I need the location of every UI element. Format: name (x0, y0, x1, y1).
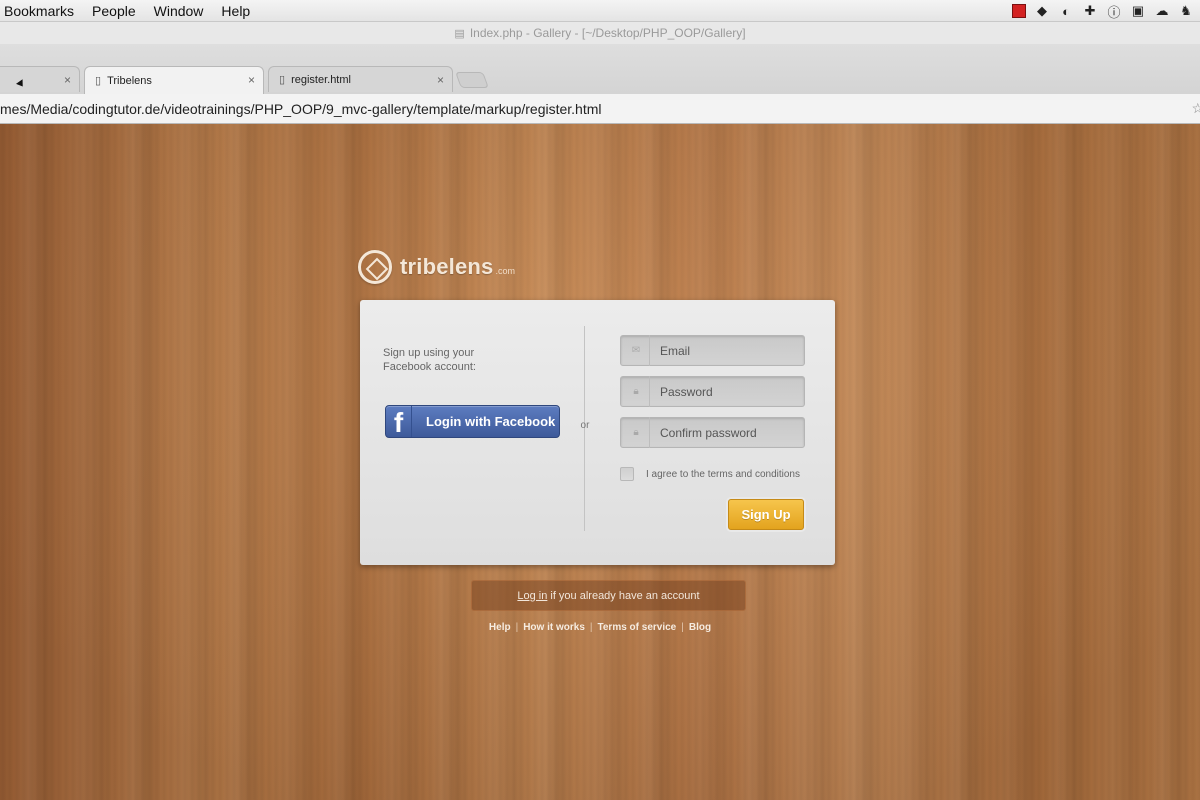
record-icon[interactable] (1012, 4, 1026, 18)
footer-link-how-it-works[interactable]: How it works (523, 622, 585, 633)
password-input[interactable] (660, 384, 800, 399)
bookmark-icon[interactable]: ▣ (1130, 3, 1146, 19)
field-separator (649, 417, 650, 448)
sign-up-button[interactable]: Sign Up (728, 499, 804, 530)
login-link[interactable]: Log in (517, 590, 547, 602)
brand-name: tribelens (400, 254, 494, 279)
confirm-password-input[interactable] (660, 425, 800, 440)
tab-register[interactable]: ▯ register.html × (268, 66, 453, 92)
field-separator (649, 376, 650, 407)
document-icon: ▯ (95, 75, 102, 87)
terms-checkbox[interactable] (620, 467, 634, 481)
brand-logo[interactable]: tribelens .com (358, 250, 515, 284)
document-icon: ▯ (279, 74, 286, 86)
info-icon[interactable]: ⓘ (1106, 3, 1122, 20)
window-title: Index.php - Gallery - [~/Desktop/PHP_OOP… (469, 26, 746, 40)
brand-suffix: .com (495, 266, 516, 276)
menu-bookmarks[interactable]: Bookmarks (4, 3, 74, 19)
footer-separator: | (589, 622, 593, 633)
or-separator: or (580, 420, 590, 431)
login-with-facebook-button[interactable]: f Login with Facebook (385, 405, 560, 438)
lock-icon: 🔒︎ (633, 386, 639, 397)
field-separator (649, 335, 650, 366)
login-prompt: Log in if you already have an account (471, 580, 746, 611)
password-field[interactable]: 🔒︎ (620, 376, 805, 407)
tab-tribelens[interactable]: ▯ Tribelens × (84, 66, 264, 94)
login-prompt-text: if you already have an account (550, 589, 700, 602)
signup-card: Sign up using your Facebook account: f L… (360, 300, 835, 565)
page-content: tribelens .com Sign up using your Facebo… (0, 124, 1200, 800)
bookmark-star-icon[interactable]: ☆ (1191, 100, 1200, 117)
footer-links: Help | How it works | Terms of service | Blog (0, 622, 1200, 633)
tab-strip: × ▯ Tribelens × ▯ register.html × (0, 44, 1200, 94)
facebook-icon: f (386, 406, 412, 437)
evernote-icon[interactable]: ♞ (1178, 3, 1194, 19)
email-field[interactable]: ✉ (620, 335, 805, 366)
new-tab-button[interactable] (455, 72, 489, 88)
footer-separator: | (515, 622, 519, 633)
lock-icon: 🔒︎ (633, 427, 639, 438)
email-input[interactable] (660, 343, 800, 358)
footer-link-blog[interactable]: Blog (689, 622, 711, 633)
close-icon[interactable]: × (64, 73, 71, 87)
footer-link-terms[interactable]: Terms of service (598, 622, 677, 633)
document-icon: ▤ (454, 27, 465, 40)
tribelens-logo-icon (358, 250, 392, 284)
close-icon[interactable]: × (248, 73, 255, 87)
evernote-leaf-icon[interactable]: ◐ (1058, 3, 1074, 19)
menu-bar: Bookmarks People Window Help ◆ ◐ ✚ ⓘ ▣ ☁… (0, 0, 1200, 22)
terms-label[interactable]: I agree to the terms and conditions (646, 469, 800, 480)
menu-people[interactable]: People (92, 3, 136, 19)
footer-separator: | (681, 622, 684, 633)
footer-link-help[interactable]: Help (489, 622, 511, 633)
url-text[interactable]: mes/Media/codingtutor.de/videotrainings/… (0, 101, 602, 117)
menu-window[interactable]: Window (154, 3, 204, 19)
facebook-button-label: Login with Facebook (426, 414, 556, 429)
window-title-bar: ▤ Index.php - Gallery - [~/Desktop/PHP_O… (0, 22, 1200, 44)
cloud-icon[interactable]: ☁ (1154, 3, 1170, 19)
tab-label: register.html (291, 73, 351, 86)
confirm-password-field[interactable]: 🔒︎ (620, 417, 805, 448)
facebook-intro-line: Facebook account: (383, 361, 476, 373)
facebook-signup-section: Sign up using your Facebook account: (383, 346, 563, 374)
address-bar[interactable]: mes/Media/codingtutor.de/videotrainings/… (0, 94, 1200, 124)
tab-label: Tribelens (107, 74, 152, 87)
menu-help[interactable]: Help (221, 3, 250, 19)
terms-agreement: I agree to the terms and conditions (620, 467, 800, 481)
facebook-intro-line: Sign up using your (383, 347, 475, 359)
mail-icon: ✉ (631, 345, 641, 356)
system-tray: ◆ ◐ ✚ ⓘ ▣ ☁ ♞ (1012, 2, 1194, 20)
facebook-intro-text: Sign up using your Facebook account: (383, 346, 563, 374)
add-icon[interactable]: ✚ (1082, 3, 1098, 19)
tab-previous[interactable]: × (0, 66, 80, 92)
dropbox-icon[interactable]: ◆ (1034, 3, 1050, 19)
close-icon[interactable]: × (437, 73, 444, 87)
